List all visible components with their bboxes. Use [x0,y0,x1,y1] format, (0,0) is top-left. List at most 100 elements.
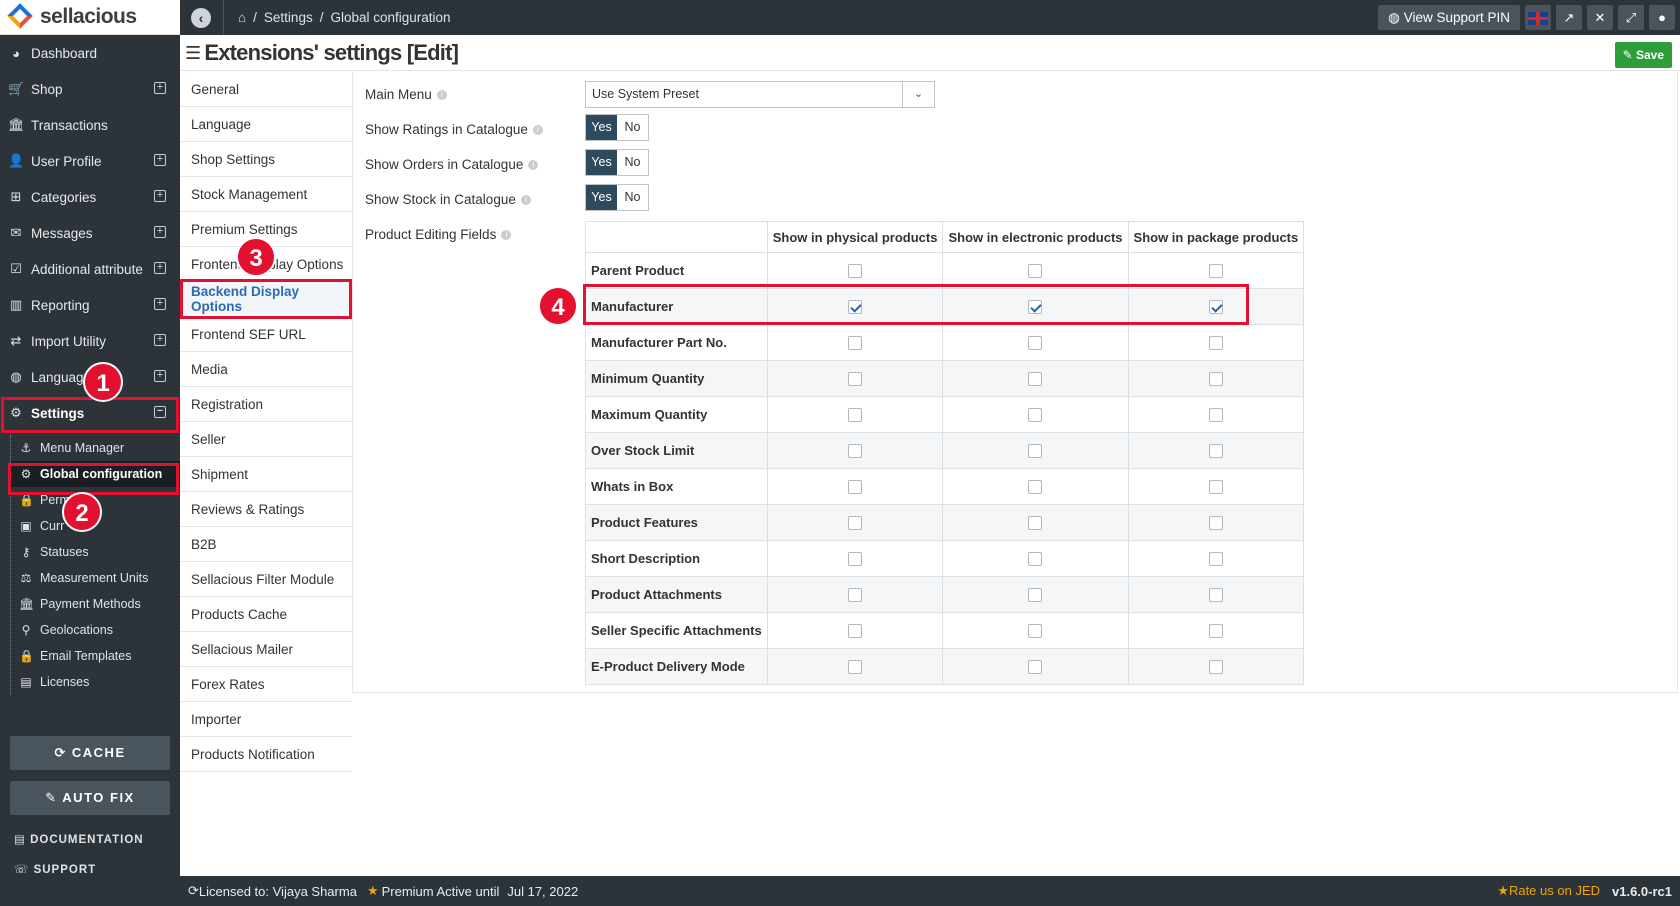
external-link-icon[interactable]: ↗ [1556,5,1582,30]
checkbox[interactable] [1028,516,1043,531]
expand-icon[interactable]: + [154,82,166,94]
checkbox[interactable] [848,516,863,531]
expand-icon[interactable]: + [154,226,166,238]
tab-sellacious-filter-module[interactable]: Sellacious Filter Module [180,562,352,597]
tab-shipment[interactable]: Shipment [180,457,352,492]
checkbox[interactable] [848,408,863,423]
checkbox[interactable] [1028,444,1043,459]
checkbox[interactable] [1208,552,1223,567]
tab-registration[interactable]: Registration [180,387,352,422]
checkbox[interactable] [848,660,863,675]
submenu-item-measurement-units[interactable]: ⚖ Measurement Units [11,565,180,591]
logo[interactable]: sellacious [0,0,180,35]
sidebar-item-dashboard[interactable]: ◕ Dashboard [0,35,180,71]
checkbox[interactable] [848,264,863,279]
sidebar-item-categories[interactable]: ⊞ Categories + [0,179,180,215]
expand-icon[interactable]: + [154,334,166,346]
sidebar-item-import-utility[interactable]: ⇄ Import Utility + [0,323,180,359]
tab-seller[interactable]: Seller [180,422,352,457]
checkbox[interactable] [1028,624,1043,639]
expand-icon[interactable]: + [154,190,166,202]
back-arrow-icon[interactable]: ‹ [191,7,211,28]
no-option[interactable]: No [617,185,648,210]
submenu-item-statuses[interactable]: ⚷ Statuses [11,539,180,565]
checkbox[interactable] [848,552,863,567]
checkbox[interactable] [1028,480,1043,495]
sidebar-item-user-profile[interactable]: 👤 User Profile + [0,143,180,179]
tab-frontend-sef-url[interactable]: Frontend SEF URL [180,317,352,352]
tab-b2b[interactable]: B2B [180,527,352,562]
no-option[interactable]: No [617,115,648,140]
submenu-item-email-templates[interactable]: 🔒 Email Templates [11,643,180,669]
checkbox[interactable] [1208,516,1223,531]
checkbox[interactable] [1208,408,1223,423]
checkbox[interactable] [1028,264,1043,279]
view-support-pin-button[interactable]: ◍ View Support PIN [1378,5,1520,30]
expand-icon[interactable]: + [154,298,166,310]
tab-sellacious-mailer[interactable]: Sellacious Mailer [180,632,352,667]
sidebar-item-transactions[interactable]: 🏛 Transactions [0,107,180,143]
auto-fix-button[interactable]: ✎ AUTO FIX [10,781,170,815]
checkbox[interactable] [1208,336,1223,351]
checkbox[interactable] [1028,336,1043,351]
rate-us-link[interactable]: ★Rate us on JED [1497,883,1600,899]
sidebar-item-shop[interactable]: 🛒 Shop + [0,71,180,107]
expand-icon[interactable]: + [154,262,166,274]
checkbox[interactable] [848,480,863,495]
submenu-item-licenses[interactable]: ▤ Licenses [11,669,180,695]
fullscreen-icon[interactable]: ⤢ [1618,5,1644,30]
yes-option[interactable]: Yes [586,185,617,210]
main-menu-select[interactable]: Use System Preset ⌄ [585,81,935,108]
save-button[interactable]: ✎ Save [1614,42,1672,68]
uk-flag-icon[interactable] [1525,5,1551,30]
checkbox[interactable] [1028,408,1043,423]
compress-icon[interactable]: ✕ [1587,5,1613,30]
checkbox[interactable] [848,588,863,603]
expand-icon[interactable]: + [154,154,166,166]
submenu-item-menu-manager[interactable]: ⚓ Menu Manager [11,435,180,461]
tab-stock-management[interactable]: Stock Management [180,177,352,212]
yes-option[interactable]: Yes [586,150,617,175]
sidebar-item-additional-attribute[interactable]: ☑ Additional attribute + [0,251,180,287]
checkbox[interactable] [848,372,863,387]
show-orders-toggle[interactable]: Yes No [585,149,649,176]
tab-shop-settings[interactable]: Shop Settings [180,142,352,177]
tab-products-notification[interactable]: Products Notification [180,737,352,772]
no-option[interactable]: No [617,150,648,175]
tab-products-cache[interactable]: Products Cache [180,597,352,632]
support-link[interactable]: ☏ SUPPORT [14,862,96,876]
tab-importer[interactable]: Importer [180,702,352,737]
checkbox[interactable] [1208,588,1223,603]
checkbox[interactable] [848,444,863,459]
submenu-item-geolocations[interactable]: ⚲ Geolocations [11,617,180,643]
tab-media[interactable]: Media [180,352,352,387]
sidebar-item-reporting[interactable]: ▥ Reporting + [0,287,180,323]
show-stock-toggle[interactable]: Yes No [585,184,649,211]
tab-reviews-ratings[interactable]: Reviews & Ratings [180,492,352,527]
checkbox[interactable] [1028,588,1043,603]
home-icon[interactable]: ⌂ [238,10,246,25]
checkbox[interactable] [1208,372,1223,387]
checkbox[interactable] [1208,660,1223,675]
checkbox[interactable] [1028,660,1043,675]
checkbox[interactable] [848,624,863,639]
user-icon[interactable]: ● [1649,5,1675,30]
checkbox[interactable] [1208,624,1223,639]
submenu-item-payment-methods[interactable]: 🏛 Payment Methods [11,591,180,617]
sidebar-item-messages[interactable]: ✉ Messages + [0,215,180,251]
show-ratings-toggle[interactable]: Yes No [585,114,649,141]
tab-language[interactable]: Language [180,107,352,142]
breadcrumb-settings[interactable]: Settings [264,10,313,25]
checkbox[interactable] [1208,444,1223,459]
cache-button[interactable]: ⟳ CACHE [10,736,170,770]
checkbox[interactable] [1028,372,1043,387]
checkbox[interactable] [1208,480,1223,495]
tab-forex-rates[interactable]: Forex Rates [180,667,352,702]
checkbox[interactable] [1028,552,1043,567]
tab-general[interactable]: General [180,72,352,107]
checkbox[interactable] [1208,264,1223,279]
yes-option[interactable]: Yes [586,115,617,140]
documentation-link[interactable]: ▤ DOCUMENTATION [14,832,144,846]
checkbox[interactable] [848,336,863,351]
expand-icon[interactable]: + [154,370,166,382]
